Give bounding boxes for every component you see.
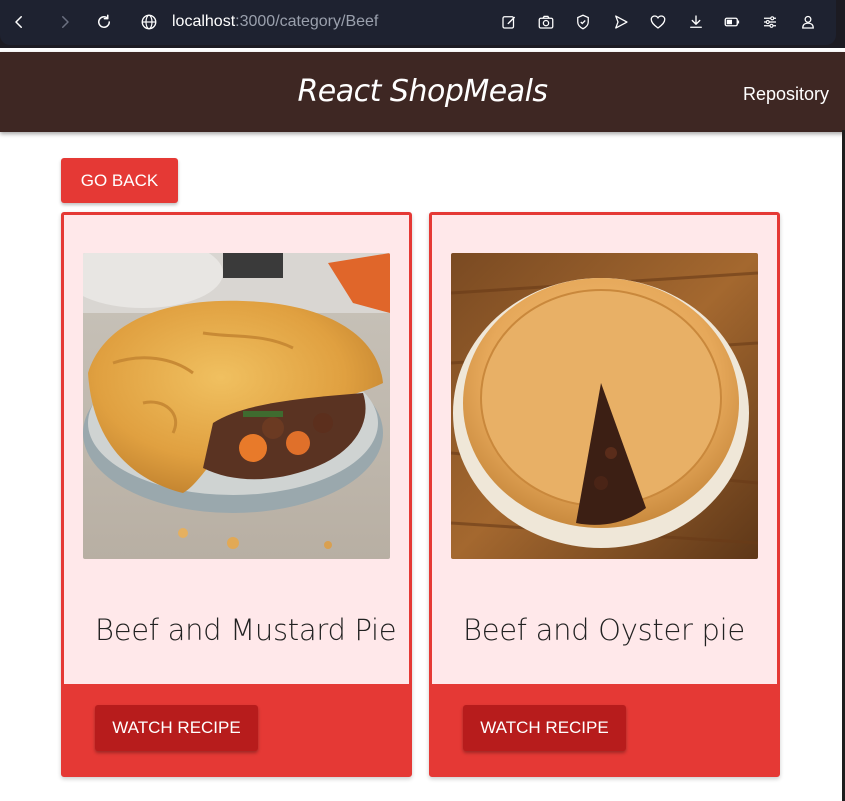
watch-recipe-button[interactable]: WATCH RECIPE <box>463 705 626 751</box>
watch-recipe-button[interactable]: WATCH RECIPE <box>95 705 258 751</box>
card-footer: WATCH RECIPE <box>64 684 409 774</box>
camera-icon[interactable] <box>536 12 556 32</box>
app-title: React ShopMeals <box>297 74 548 109</box>
url-text: localhost:3000/category/Beef <box>172 13 378 31</box>
go-back-button[interactable]: GO BACK <box>61 158 178 203</box>
send-icon[interactable] <box>611 12 631 32</box>
heart-icon[interactable] <box>648 12 668 32</box>
meal-image[interactable] <box>83 253 390 559</box>
sliders-icon[interactable] <box>760 12 780 32</box>
meal-title: Beef and Oyster pie <box>463 613 745 647</box>
app-header: React ShopMeals Repository <box>0 52 845 132</box>
forward-arrow-icon[interactable] <box>54 11 76 33</box>
shield-icon[interactable] <box>573 12 593 32</box>
url-path: :3000/category/Beef <box>235 13 379 30</box>
meal-title: Beef and Mustard Pie <box>95 613 397 647</box>
back-arrow-icon[interactable] <box>8 11 30 33</box>
reload-icon[interactable] <box>93 11 115 33</box>
globe-icon <box>140 13 158 31</box>
account-icon[interactable] <box>798 12 818 32</box>
browser-toolbar: localhost:3000/category/Beef <box>0 0 845 48</box>
edit-page-icon[interactable] <box>499 12 519 32</box>
meal-card: Beef and Oyster pie WATCH RECIPE <box>429 212 780 777</box>
download-icon[interactable] <box>686 12 706 32</box>
address-bar[interactable]: localhost:3000/category/Beef <box>140 10 378 34</box>
card-footer: WATCH RECIPE <box>432 684 777 774</box>
meal-card: Beef and Mustard Pie WATCH RECIPE <box>61 212 412 777</box>
url-host: localhost <box>172 13 236 30</box>
browser-toolbar-inner: localhost:3000/category/Beef <box>0 0 836 45</box>
repository-link[interactable]: Repository <box>743 84 829 105</box>
meal-image[interactable] <box>451 253 758 559</box>
battery-icon[interactable] <box>722 12 742 32</box>
